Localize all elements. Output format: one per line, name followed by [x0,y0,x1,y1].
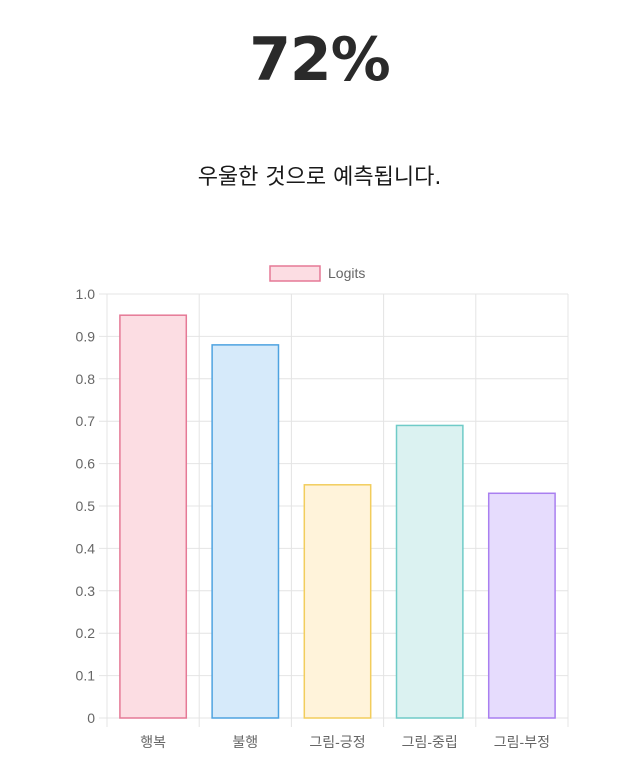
x-tick-label: 행복 [140,734,166,750]
chart-bars [119,314,556,719]
bar-1[interactable] [119,314,188,719]
chart-legend[interactable]: Logits [269,265,365,282]
bar-3[interactable] [303,484,372,719]
y-tick-label: 1.0 [76,286,96,302]
y-tick-label: 0.3 [76,583,96,599]
x-tick-label: 그림-중립 [402,734,458,750]
y-tick-label: 0.7 [76,413,96,429]
bar-2[interactable] [211,344,280,719]
y-tick-label: 0.8 [76,371,96,387]
legend-label[interactable]: Logits [328,265,365,281]
y-tick-label: 0.6 [76,456,96,472]
bar-4[interactable] [395,424,464,719]
y-tick-label: 0.9 [76,328,96,344]
y-tick-label: 0 [87,710,95,726]
y-axis-ticks: 0 0.1 0.2 0.3 0.4 0.5 0.6 0.7 0.8 0.9 1.0 [76,286,96,726]
x-tick-label: 그림-부정 [494,734,550,750]
bar-5[interactable] [487,492,556,719]
x-tick-label: 그림-긍정 [309,734,365,750]
y-tick-label: 0.1 [76,668,96,684]
x-axis-ticks: 행복 불행 그림-긍정 그림-중립 그림-부정 [140,734,550,750]
legend-swatch[interactable] [269,265,321,282]
y-tick-label: 0.4 [76,540,96,556]
y-tick-label: 0.5 [76,498,96,514]
y-tick-label: 0.2 [76,625,96,641]
x-tick-label: 불행 [232,734,258,750]
logits-bar-chart: 0 0.1 0.2 0.3 0.4 0.5 0.6 0.7 0.8 0.9 1.0 행복 불행 그림-긍… [76,265,569,750]
